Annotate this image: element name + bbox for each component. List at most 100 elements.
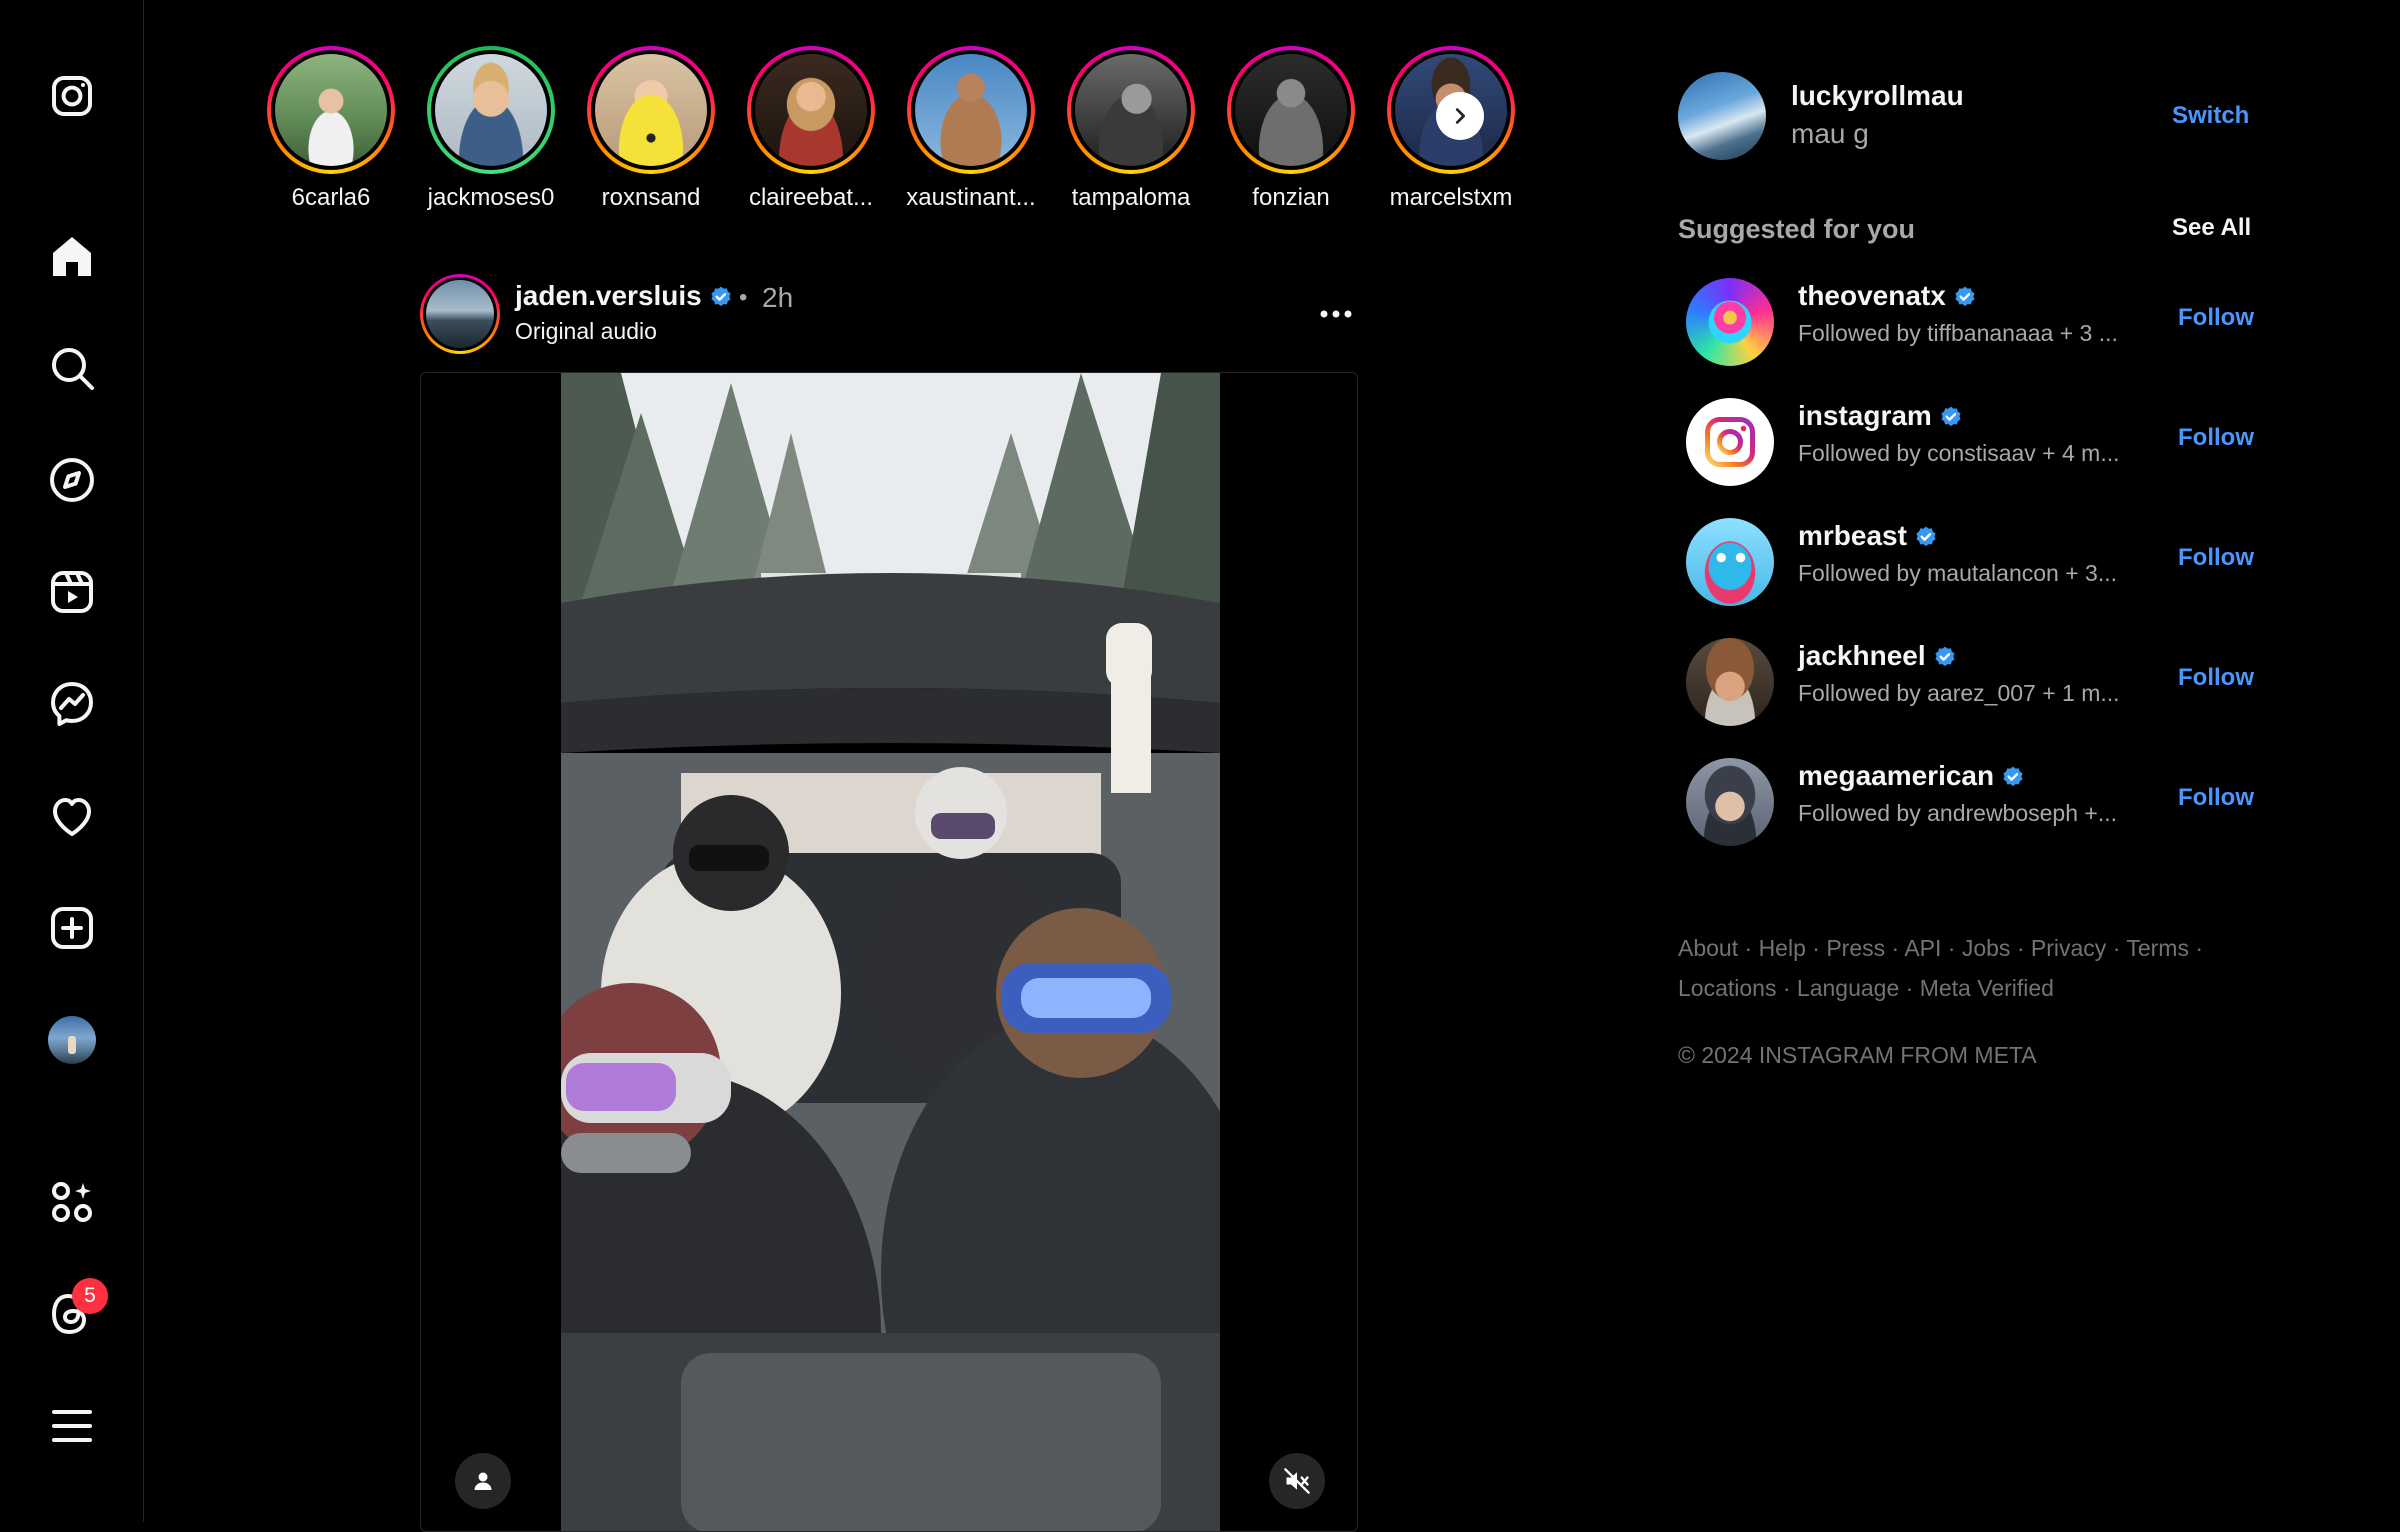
story-username: roxnsand xyxy=(601,184,701,211)
post-username-text: jaden.versluis xyxy=(515,280,702,311)
footer-link-about[interactable]: About xyxy=(1678,935,1738,961)
post-author-avatar[interactable] xyxy=(420,274,500,354)
post-media[interactable] xyxy=(420,372,1358,1532)
suggestion-row: mrbeast Followed by mautalancon + 3... F… xyxy=(1678,518,2254,618)
left-nav: 5 xyxy=(0,0,144,1522)
footer-separator: · xyxy=(2016,935,2025,961)
instagram-logo-icon[interactable] xyxy=(42,66,102,126)
story-avatar xyxy=(435,54,547,166)
profile-avatar[interactable] xyxy=(42,1010,102,1070)
story-username: xaustinant... xyxy=(906,184,1036,211)
story-username: marcelstxm xyxy=(1389,184,1513,211)
footer-link-press[interactable]: Press xyxy=(1826,935,1885,961)
story-username: jackmoses0 xyxy=(427,184,555,211)
footer-link-meta-verified[interactable]: Meta Verified xyxy=(1920,975,2054,1001)
suggestion-username[interactable]: mrbeast xyxy=(1798,520,1939,552)
story-avatar xyxy=(275,54,387,166)
story-username: tampaloma xyxy=(1071,184,1191,211)
suggestion-username[interactable]: theovenatx xyxy=(1798,280,1978,312)
suggestion-username[interactable]: jackhneel xyxy=(1798,640,1958,672)
follow-button[interactable]: Follow xyxy=(2178,424,2254,452)
messenger-icon[interactable] xyxy=(42,674,102,734)
avatar xyxy=(48,1016,96,1064)
heart-icon[interactable] xyxy=(42,786,102,846)
footer-separator: · xyxy=(1891,935,1900,961)
footer-link-jobs[interactable]: Jobs xyxy=(1962,935,2011,961)
suggestion-row: instagram Followed by constisaav + 4 m..… xyxy=(1678,398,2254,498)
current-user-fullname: mau g xyxy=(1791,118,1869,149)
follow-button[interactable]: Follow xyxy=(2178,664,2254,692)
video-frame xyxy=(561,373,1220,1531)
story-avatar xyxy=(1075,54,1187,166)
verified-badge-icon xyxy=(2003,766,2023,786)
suggestion-avatar[interactable] xyxy=(1686,278,1774,366)
follow-button[interactable]: Follow xyxy=(2178,304,2254,332)
footer-separator: · xyxy=(1782,975,1791,1001)
suggestion-row: jackhneel Followed by aarez_007 + 1 m...… xyxy=(1678,638,2254,738)
footer-copyright: © 2024 INSTAGRAM FROM META xyxy=(1678,1042,2037,1068)
reels-icon[interactable] xyxy=(42,562,102,622)
suggestion-avatar[interactable] xyxy=(1686,398,1774,486)
suggestion-row: megaamerican Followed by andrewboseph +.… xyxy=(1678,758,2254,858)
story-username: 6carla6 xyxy=(291,184,371,211)
suggestion-followed-by: Followed by mautalancon + 3... xyxy=(1798,560,2117,586)
suggestion-followed-by: Followed by tiffbananaaa + 3 ... xyxy=(1798,320,2118,346)
verified-badge-icon xyxy=(711,286,731,306)
more-horizontal-icon xyxy=(1320,310,1352,318)
suggestion-username[interactable]: instagram xyxy=(1798,400,1964,432)
tagged-users-button[interactable] xyxy=(455,1453,511,1509)
reel-video[interactable] xyxy=(561,373,1220,1531)
verified-badge-icon xyxy=(1935,646,1955,666)
suggestion-avatar[interactable] xyxy=(1686,638,1774,726)
footer-separator: · xyxy=(1744,935,1753,961)
suggestion-avatar[interactable] xyxy=(1686,518,1774,606)
story-item[interactable]: roxnsand xyxy=(576,46,726,212)
story-item[interactable]: claireebat... xyxy=(736,46,886,212)
story-avatar xyxy=(1235,54,1347,166)
suggestion-avatar[interactable] xyxy=(1686,758,1774,846)
suggestion-followed-by: Followed by constisaav + 4 m... xyxy=(1798,440,2120,466)
post-username[interactable]: jaden.versluis xyxy=(515,280,734,312)
suggestion-followed-by: Followed by andrewboseph +... xyxy=(1798,800,2118,826)
explore-icon[interactable] xyxy=(42,450,102,510)
home-icon[interactable] xyxy=(42,226,102,286)
switch-account-button[interactable]: Switch xyxy=(2172,102,2249,130)
threads-icon[interactable]: 5 xyxy=(42,1278,108,1344)
current-user-avatar[interactable] xyxy=(1678,72,1766,160)
search-icon[interactable] xyxy=(42,338,102,398)
story-item[interactable]: fonzian xyxy=(1216,46,1366,212)
verified-badge-icon xyxy=(1955,286,1975,306)
stories-next-button[interactable] xyxy=(1436,92,1484,140)
story-avatar xyxy=(755,54,867,166)
footer-link-privacy[interactable]: Privacy xyxy=(2031,935,2106,961)
current-username[interactable]: luckyrollmau xyxy=(1791,80,1964,112)
chevron-right-icon xyxy=(1455,108,1466,124)
follow-button[interactable]: Follow xyxy=(2178,544,2254,572)
story-item[interactable]: 6carla6 xyxy=(256,46,406,212)
menu-icon[interactable] xyxy=(42,1396,102,1456)
post-separator: • xyxy=(739,284,748,311)
footer-link-locations[interactable]: Locations xyxy=(1678,975,1776,1001)
story-username: fonzian xyxy=(1252,184,1330,211)
post-audio-link[interactable]: Original audio xyxy=(515,318,657,345)
meta-ai-icon[interactable] xyxy=(42,1172,102,1232)
footer-link-language[interactable]: Language xyxy=(1797,975,1899,1001)
footer-separator: · xyxy=(2195,935,2204,961)
create-icon[interactable] xyxy=(42,898,102,958)
story-item[interactable]: xaustinant... xyxy=(896,46,1046,212)
see-all-button[interactable]: See All xyxy=(2172,214,2251,242)
story-item[interactable]: tampaloma xyxy=(1056,46,1206,212)
follow-button[interactable]: Follow xyxy=(2178,784,2254,812)
suggestion-username[interactable]: megaamerican xyxy=(1798,760,2026,792)
muted-speaker-icon xyxy=(1284,1468,1310,1494)
verified-badge-icon xyxy=(1941,406,1961,426)
story-item[interactable]: jackmoses0 xyxy=(416,46,566,212)
suggestion-followed-by: Followed by aarez_007 + 1 m... xyxy=(1798,680,2120,706)
mute-button[interactable] xyxy=(1269,1453,1325,1509)
footer-link-terms[interactable]: Terms xyxy=(2126,935,2189,961)
more-options-button[interactable] xyxy=(1314,296,1358,332)
footer-link-help[interactable]: Help xyxy=(1759,935,1806,961)
suggested-title: Suggested for you xyxy=(1678,214,1916,244)
footer-separator: · xyxy=(1812,935,1820,961)
footer-link-api[interactable]: API xyxy=(1904,935,1941,961)
